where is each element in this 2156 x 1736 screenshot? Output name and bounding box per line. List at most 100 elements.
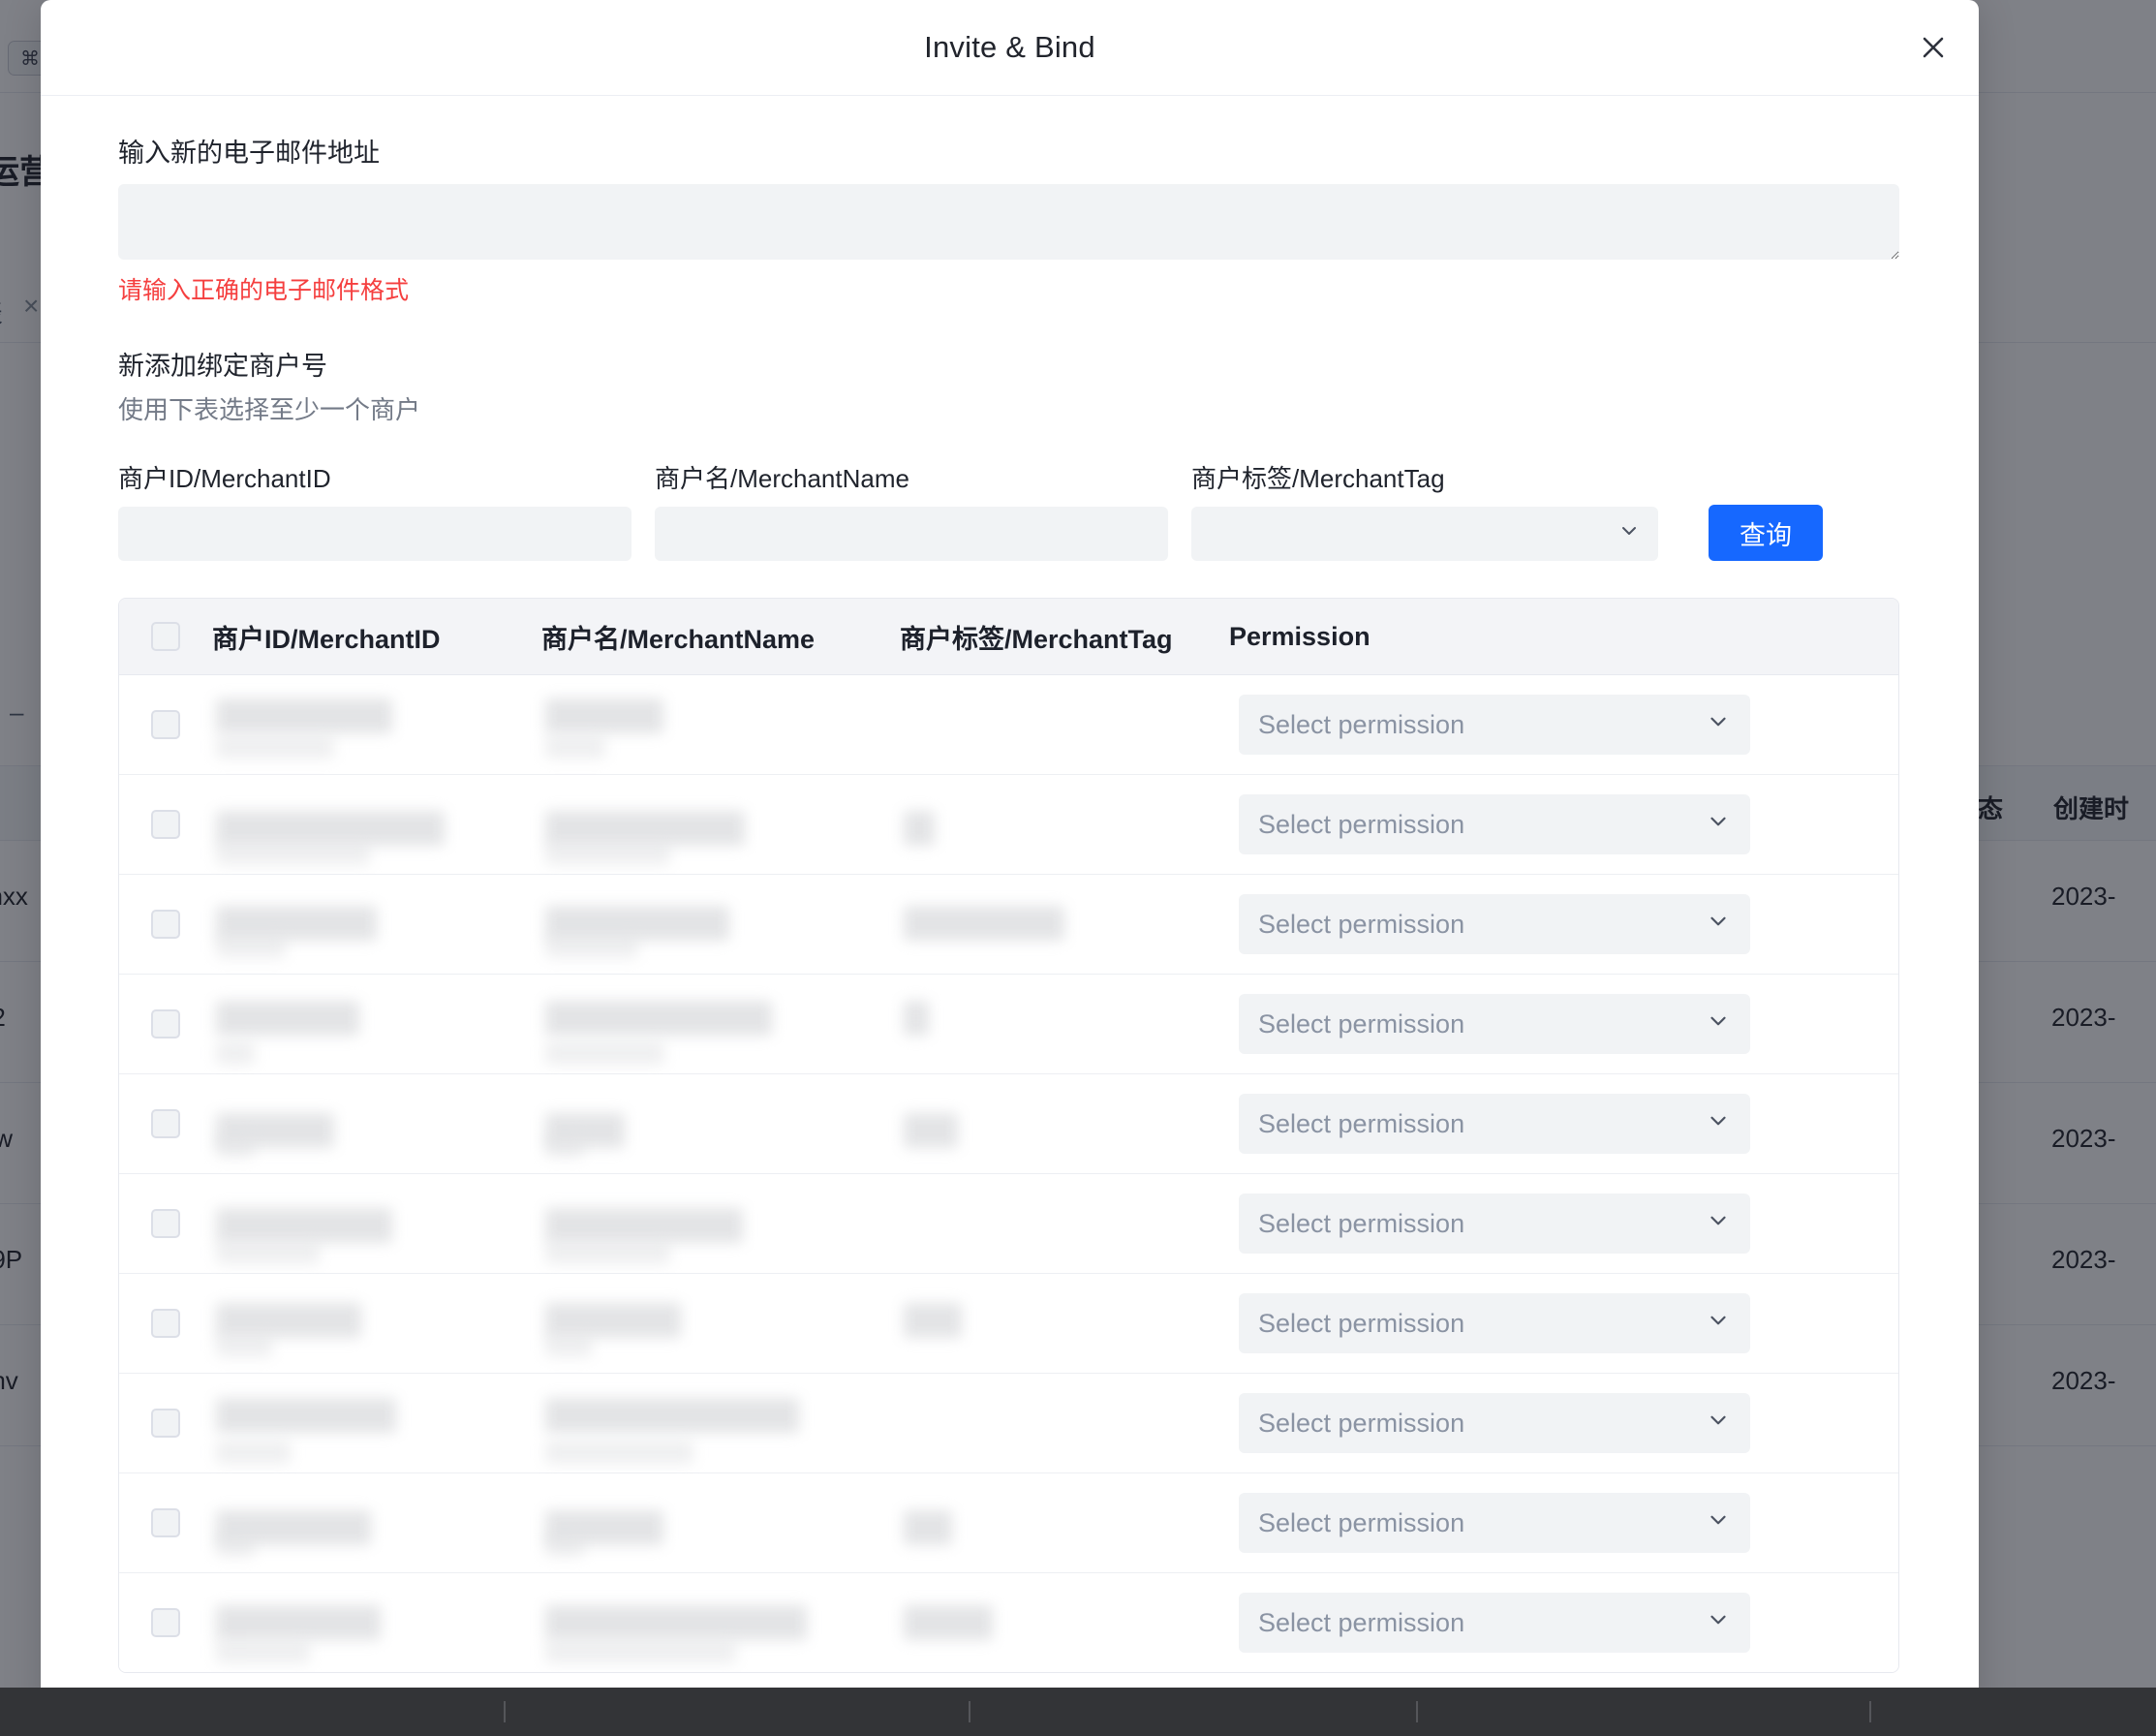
table-row[interactable]: Select permission <box>119 975 1898 1075</box>
redacted-value <box>545 811 745 847</box>
cell-merchant-name <box>541 1573 900 1672</box>
redacted-value <box>216 1134 255 1159</box>
cell-merchant-name <box>541 975 900 1073</box>
merchant-section-title: 新添加绑定商户号 <box>118 352 327 382</box>
redacted-value <box>904 1605 993 1641</box>
cell-merchant-name <box>541 1174 900 1273</box>
column-header-merchant-name: 商户名/MerchantName <box>541 624 816 654</box>
permission-select[interactable]: Select permission <box>1239 1593 1750 1654</box>
chevron-down-icon <box>1706 1308 1731 1340</box>
redacted-value <box>545 1208 743 1244</box>
email-error-message: 请输入正确的电子邮件格式 <box>118 277 410 305</box>
cell-merchant-tag <box>900 1274 1229 1373</box>
cell-permission: Select permission <box>1229 1593 1898 1654</box>
redacted-value <box>216 1208 392 1244</box>
query-button[interactable]: 查询 <box>1709 505 1823 562</box>
redacted-value <box>216 698 392 734</box>
select-all-checkbox[interactable] <box>151 622 180 652</box>
filter-merchant-tag-label: 商户标签/MerchantTag <box>1191 464 1445 494</box>
permission-select[interactable]: Select permission <box>1239 994 1750 1055</box>
chevron-down-icon <box>1706 1408 1731 1440</box>
redacted-value <box>216 842 370 866</box>
table-row[interactable]: Select permission <box>119 1473 1898 1574</box>
table-row[interactable]: Select permission <box>119 875 1898 976</box>
cell-permission: Select permission <box>1229 994 1898 1055</box>
redacted-value <box>216 1041 255 1066</box>
table-row[interactable]: Select permission <box>119 1573 1898 1673</box>
row-checkbox[interactable] <box>151 1409 180 1439</box>
cell-merchant-name <box>541 1374 900 1472</box>
invite-and-bind-modal: Invite & Bind 输入新的电子邮件地址 请输入正确的电子邮件格式 新添… <box>41 0 1979 1717</box>
merchant-id-input[interactable] <box>118 507 631 562</box>
modal-header: Invite & Bind <box>41 0 1979 96</box>
cell-merchant-id <box>212 875 541 974</box>
redacted-value <box>545 1134 584 1159</box>
close-icon[interactable] <box>1911 25 1956 70</box>
filter-merchant-id: 商户ID/MerchantID <box>118 459 631 562</box>
chevron-down-icon <box>1706 909 1731 941</box>
cell-merchant-id <box>212 775 541 874</box>
row-checkbox[interactable] <box>151 910 180 940</box>
system-bottom-bar <box>0 1688 2156 1736</box>
cell-merchant-id <box>212 1374 541 1472</box>
row-checkbox[interactable] <box>151 1009 180 1039</box>
permission-select[interactable]: Select permission <box>1239 695 1750 756</box>
row-checkbox[interactable] <box>151 810 180 840</box>
select-all-cell <box>119 622 212 652</box>
merchant-name-input[interactable] <box>655 507 1168 562</box>
row-select-cell <box>119 1309 212 1339</box>
redacted-value <box>216 1303 361 1339</box>
permission-select[interactable]: Select permission <box>1239 1194 1750 1255</box>
redacted-value <box>545 1534 584 1558</box>
merchant-tag-select[interactable] <box>1191 507 1658 562</box>
redacted-value <box>216 735 334 760</box>
filter-merchant-tag: 商户标签/MerchantTag <box>1191 459 1658 562</box>
row-checkbox[interactable] <box>151 1508 180 1538</box>
permission-placeholder: Select permission <box>1258 1607 1465 1637</box>
row-checkbox[interactable] <box>151 1209 180 1239</box>
cell-merchant-id <box>212 1573 541 1672</box>
row-checkbox[interactable] <box>151 710 180 740</box>
cell-permission: Select permission <box>1229 894 1898 955</box>
table-row[interactable]: Select permission <box>119 775 1898 876</box>
cell-permission: Select permission <box>1229 1493 1898 1554</box>
redacted-value <box>216 935 286 959</box>
permission-select[interactable]: Select permission <box>1239 1393 1750 1454</box>
email-input[interactable] <box>118 184 1899 261</box>
table-row[interactable]: Select permission <box>119 1174 1898 1275</box>
redacted-value <box>904 811 935 847</box>
permission-select[interactable]: Select permission <box>1239 1493 1750 1554</box>
table-row[interactable]: Select permission <box>119 1074 1898 1175</box>
modal-body: 输入新的电子邮件地址 请输入正确的电子邮件格式 新添加绑定商户号 使用下表选择至… <box>41 137 1979 1717</box>
redacted-value <box>545 1398 799 1434</box>
cell-merchant-tag <box>900 1573 1229 1672</box>
row-checkbox[interactable] <box>151 1309 180 1339</box>
redacted-value <box>216 1441 291 1465</box>
permission-select[interactable]: Select permission <box>1239 1094 1750 1155</box>
table-row[interactable]: Select permission <box>119 675 1898 776</box>
row-checkbox[interactable] <box>151 1109 180 1139</box>
cell-merchant-name <box>541 775 900 874</box>
email-field-label: 输入新的电子邮件地址 <box>118 139 380 168</box>
table-row[interactable]: Select permission <box>119 1274 1898 1375</box>
row-checkbox[interactable] <box>151 1608 180 1638</box>
redacted-value <box>904 1113 958 1149</box>
redacted-value <box>216 1534 255 1558</box>
redacted-value <box>216 1334 272 1358</box>
cell-merchant-tag <box>900 975 1229 1073</box>
permission-select[interactable]: Select permission <box>1239 794 1750 855</box>
redacted-value <box>216 1001 359 1037</box>
table-row[interactable]: Select permission <box>119 1374 1898 1474</box>
chevron-down-icon <box>1706 1507 1731 1539</box>
permission-placeholder: Select permission <box>1258 1008 1465 1038</box>
cell-merchant-tag <box>900 775 1229 874</box>
merchant-table-header: 商户ID/MerchantID 商户名/MerchantName 商户标签/Me… <box>119 599 1898 676</box>
permission-select[interactable]: Select permission <box>1239 894 1750 955</box>
filter-bar: 商户ID/MerchantID 商户名/MerchantName 商户标签/Me… <box>118 459 1901 562</box>
redacted-value <box>545 842 670 866</box>
redacted-value <box>545 1441 693 1465</box>
permission-select[interactable]: Select permission <box>1239 1293 1750 1354</box>
merchant-table-body: Select permission Select permission Select… <box>119 675 1898 1673</box>
page-title: Invite & Bind <box>924 30 1095 64</box>
cell-merchant-tag <box>900 875 1229 974</box>
